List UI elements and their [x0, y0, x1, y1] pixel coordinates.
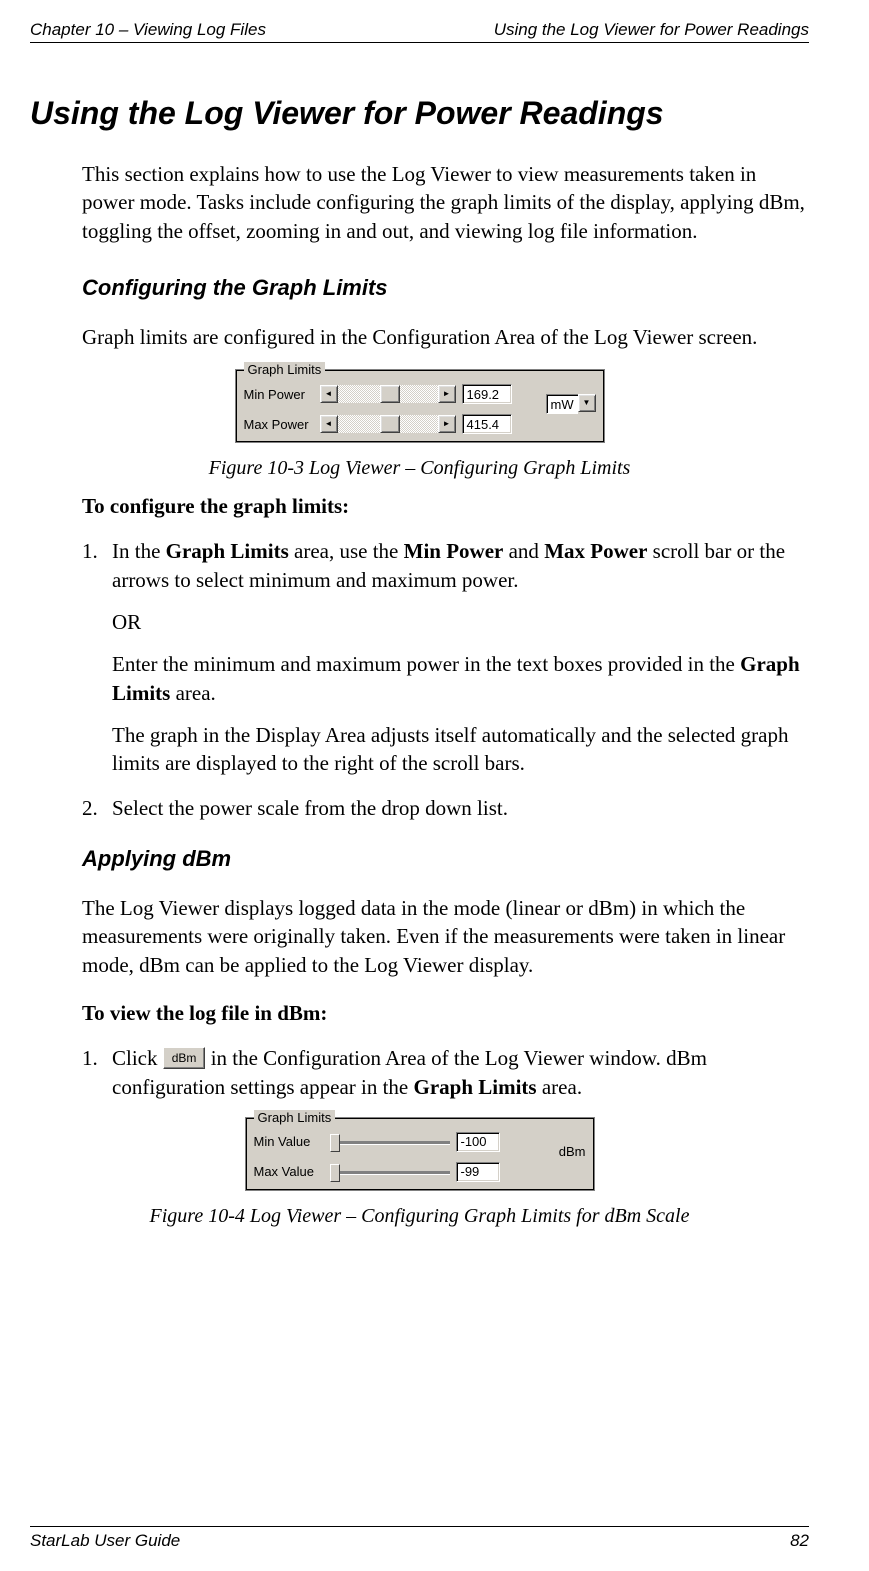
configure-limits-lead: To configure the graph limits:: [82, 494, 809, 519]
slider-thumb[interactable]: [330, 1134, 340, 1152]
header-left: Chapter 10 – Viewing Log Files: [30, 20, 266, 40]
graph-limits-panel-dbm: Graph Limits Min Value -100 Max Val: [245, 1117, 595, 1191]
subheading-graph-limits: Configuring the Graph Limits: [82, 275, 809, 301]
step-1-or: OR: [112, 608, 809, 636]
step-1-result: The graph in the Display Area adjusts it…: [112, 721, 809, 778]
footer-page-number: 82: [790, 1531, 809, 1551]
header-bar: Chapter 10 – Viewing Log Files Using the…: [30, 20, 809, 43]
step-1: In the Graph Limits area, use the Min Po…: [82, 537, 809, 777]
figure-10-3-caption: Figure 10-3 Log Viewer – Configuring Gra…: [209, 457, 631, 480]
max-value-slider[interactable]: [330, 1163, 450, 1181]
max-power-label: Max Power: [244, 417, 314, 432]
arrow-right-icon[interactable]: ►: [438, 415, 456, 433]
step-2: Select the power scale from the drop dow…: [82, 794, 809, 822]
min-power-label: Min Power: [244, 387, 314, 402]
page-content: Using the Log Viewer for Power Readings …: [30, 95, 809, 1526]
header-right: Using the Log Viewer for Power Readings: [494, 20, 809, 40]
min-value-slider[interactable]: [330, 1133, 450, 1151]
section-title: Using the Log Viewer for Power Readings: [30, 95, 809, 132]
max-value-label: Max Value: [254, 1164, 324, 1179]
panel-title: Graph Limits: [254, 1110, 336, 1125]
dbm-button[interactable]: dBm: [163, 1047, 206, 1069]
figure-10-4-caption: Figure 10-4 Log Viewer – Configuring Gra…: [150, 1205, 690, 1228]
min-power-scrollbar[interactable]: ◄ ►: [320, 385, 456, 403]
max-value-textbox[interactable]: -99: [456, 1162, 500, 1182]
min-value-textbox[interactable]: -100: [456, 1132, 500, 1152]
unit-label: dBm: [551, 1144, 586, 1159]
graph-limits-intro: Graph limits are configured in the Confi…: [82, 323, 809, 351]
footer-left: StarLab User Guide: [30, 1531, 180, 1551]
max-power-textbox[interactable]: 415.4: [462, 414, 512, 434]
applying-dbm-intro: The Log Viewer displays logged data in t…: [82, 894, 809, 979]
unit-value: mW: [546, 394, 578, 414]
arrow-left-icon[interactable]: ◄: [320, 415, 338, 433]
dbm-step-1: Click dBm in the Configuration Area of t…: [82, 1044, 809, 1101]
graph-limits-panel-mw: Graph Limits Min Power ◄ ► 169.2: [235, 369, 605, 443]
chevron-down-icon[interactable]: ▼: [578, 394, 596, 412]
configure-limits-steps: In the Graph Limits area, use the Min Po…: [82, 537, 809, 822]
min-power-textbox[interactable]: 169.2: [462, 384, 512, 404]
scroll-thumb[interactable]: [380, 385, 400, 403]
unit-dropdown[interactable]: mW ▼: [546, 394, 596, 414]
view-dbm-lead: To view the log file in dBm:: [82, 1001, 809, 1026]
max-power-scrollbar[interactable]: ◄ ►: [320, 415, 456, 433]
slider-thumb[interactable]: [330, 1164, 340, 1182]
step-1-alt: Enter the minimum and maximum power in t…: [112, 650, 809, 707]
footer-bar: StarLab User Guide 82: [30, 1526, 809, 1551]
figure-10-3: Graph Limits Min Power ◄ ► 169.2: [30, 369, 809, 480]
arrow-right-icon[interactable]: ►: [438, 385, 456, 403]
view-dbm-steps: Click dBm in the Configuration Area of t…: [82, 1044, 809, 1101]
intro-paragraph: This section explains how to use the Log…: [82, 160, 809, 245]
min-value-label: Min Value: [254, 1134, 324, 1149]
scroll-thumb[interactable]: [380, 415, 400, 433]
figure-10-4: Graph Limits Min Value -100 Max Val: [30, 1117, 809, 1228]
subheading-applying-dbm: Applying dBm: [82, 846, 809, 872]
panel-title: Graph Limits: [244, 362, 326, 377]
arrow-left-icon[interactable]: ◄: [320, 385, 338, 403]
